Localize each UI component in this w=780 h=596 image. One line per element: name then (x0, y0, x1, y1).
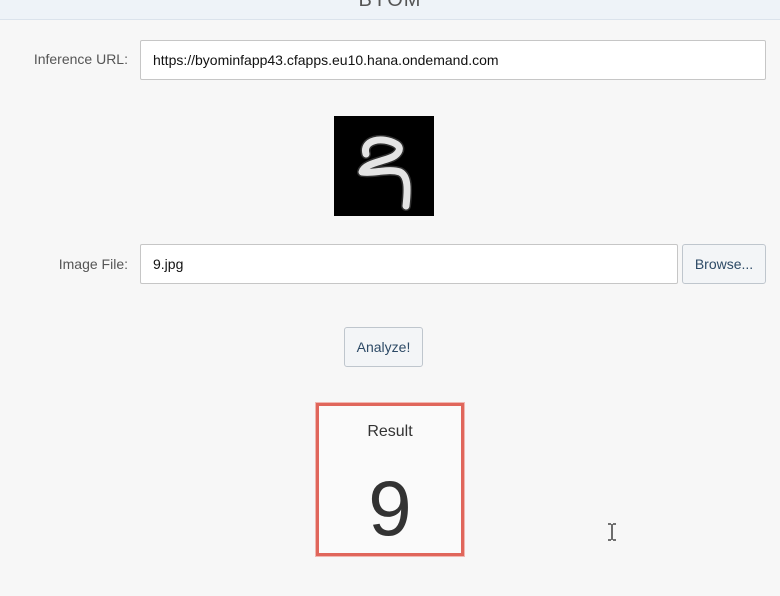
handwritten-digit-image (357, 134, 413, 211)
result-title: Result (367, 423, 413, 440)
text-cursor-icon (608, 523, 616, 541)
image-preview (334, 116, 434, 216)
result-panel: Result 9 (316, 403, 464, 556)
browse-button[interactable]: Browse... (682, 244, 766, 284)
app-title: BYOM (358, 0, 422, 11)
image-file-input[interactable]: 9.jpg (140, 244, 678, 284)
result-value: 9 (368, 464, 412, 552)
analyze-button[interactable]: Analyze! (344, 327, 423, 367)
inference-url-input[interactable]: https://byominfapp43.cfapps.eu10.hana.on… (140, 40, 766, 80)
inference-url-label: Inference URL: (33, 51, 128, 67)
app-header: BYOM (0, 0, 780, 20)
image-file-label: Image File: (58, 256, 128, 272)
